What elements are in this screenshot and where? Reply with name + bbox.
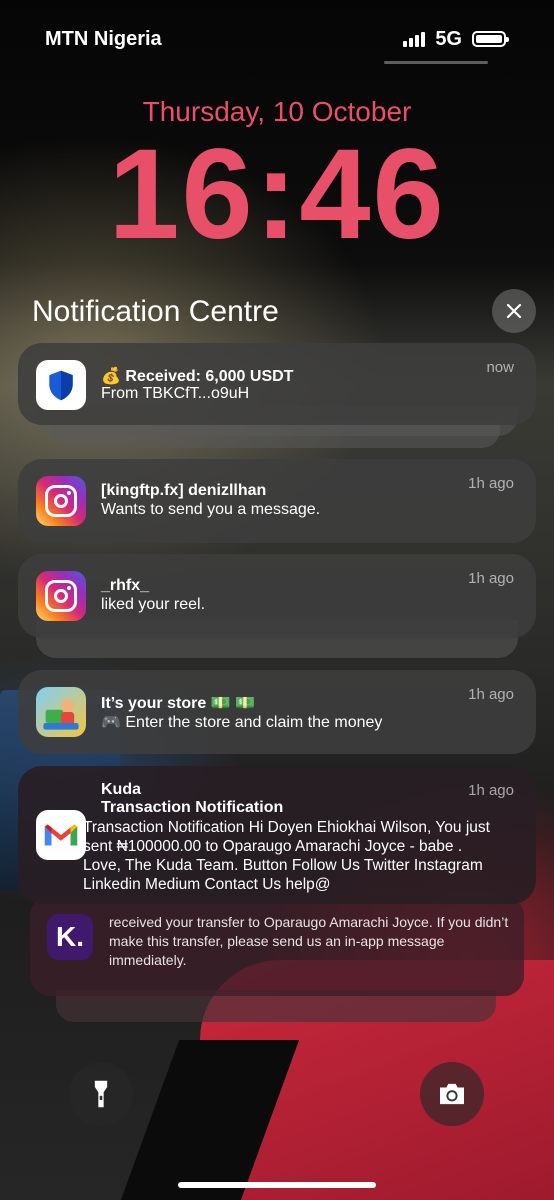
- notification-card[interactable]: It’s your store 💵 💵 🎮 Enter the store an…: [18, 670, 536, 754]
- notification-body: received your transfer to Oparaugo Amara…: [109, 914, 509, 968]
- notification-centre-title: Notification Centre: [32, 295, 279, 328]
- notification-card[interactable]: _rhfx_ liked your reel. 1h ago: [18, 554, 536, 638]
- carrier-label: MTN Nigeria: [45, 27, 162, 50]
- status-indicator-line: [384, 61, 488, 64]
- game-icon: [36, 687, 86, 737]
- shield-icon: [36, 360, 86, 410]
- notification-time: 1h ago: [468, 570, 514, 587]
- kuda-icon: K.: [47, 914, 93, 960]
- notification-card[interactable]: [kingftp.fx] denizllhan Wants to send yo…: [18, 459, 536, 543]
- notification-body: liked your reel.: [101, 596, 206, 613]
- notification-body: 🎮 Enter the store and claim the money: [101, 714, 383, 731]
- notification-time: 1h ago: [468, 686, 514, 703]
- status-indicators: 5G: [403, 27, 509, 51]
- notification-title: _rhfx_: [101, 577, 150, 594]
- camera-button[interactable]: [420, 1062, 484, 1126]
- gmail-icon: [36, 810, 86, 860]
- notification-body: Wants to send you a message.: [101, 501, 321, 518]
- notification-body: From TBKCfT...o9uH: [101, 385, 250, 402]
- network-label: 5G: [435, 27, 462, 50]
- notification-body: Transaction Notification Hi Doyen Ehiokh…: [83, 819, 490, 893]
- home-indicator[interactable]: [178, 1182, 376, 1188]
- notification-time: now: [486, 359, 514, 376]
- signal-icon: [403, 31, 426, 47]
- status-bar: MTN Nigeria 5G: [45, 26, 509, 52]
- lock-time: 16:46: [108, 123, 446, 266]
- notification-time: 1h ago: [468, 782, 514, 799]
- flashlight-icon: [94, 1080, 108, 1108]
- notification-title: 💰 Received: 6,000 USDT: [101, 368, 294, 385]
- notification-title: It’s your store 💵 💵: [101, 695, 255, 712]
- battery-icon: [472, 31, 509, 47]
- instagram-icon: [36, 476, 86, 526]
- camera-icon: [440, 1083, 464, 1105]
- notification-title: [kingftp.fx] denizllhan: [101, 482, 267, 499]
- notification-sender: Kuda: [101, 781, 141, 798]
- instagram-icon: [36, 571, 86, 621]
- notification-title: Transaction Notification: [101, 799, 284, 816]
- notification-card[interactable]: 💰 Received: 6,000 USDT From TBKCfT...o9u…: [18, 343, 536, 425]
- close-notifications-button[interactable]: [492, 289, 536, 333]
- notification-time: 1h ago: [468, 475, 514, 492]
- flashlight-button[interactable]: [69, 1062, 133, 1126]
- close-icon: [506, 303, 522, 319]
